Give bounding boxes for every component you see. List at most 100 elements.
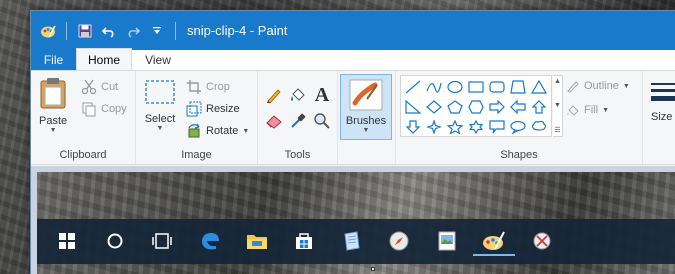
paste-button[interactable]: Paste ▼ xyxy=(39,77,67,134)
qa-separator xyxy=(175,21,176,40)
shapes-group-label: Shapes xyxy=(500,149,538,161)
hexagon-shape-icon[interactable] xyxy=(466,98,486,115)
image-viewer-icon xyxy=(432,226,462,256)
fill-label: Fill xyxy=(584,104,599,116)
oval-shape-icon[interactable] xyxy=(445,78,465,95)
outline-label: Outline xyxy=(584,80,619,92)
brushes-label: Brushes xyxy=(345,115,387,127)
store-icon xyxy=(289,226,319,256)
canvas-image[interactable] xyxy=(37,172,675,274)
tab-view[interactable]: View xyxy=(132,49,184,70)
cut-button[interactable]: Cut xyxy=(81,79,118,95)
copy-icon xyxy=(82,102,96,117)
six-point-star-shape-icon[interactable] xyxy=(466,118,486,135)
clipboard-group-label: Clipboard xyxy=(59,149,107,161)
image-group-label: Image xyxy=(181,149,212,161)
text-tool-icon[interactable]: A xyxy=(312,84,332,106)
rotate-button[interactable]: Rotate ▼ xyxy=(186,123,249,139)
fill-icon xyxy=(567,105,579,116)
window-title: snip-clip-4 - Paint xyxy=(187,23,288,38)
four-point-star-shape-icon[interactable] xyxy=(424,118,444,135)
select-dropdown-icon: ▼ xyxy=(156,125,164,132)
oval-callout-shape-icon[interactable] xyxy=(508,118,528,135)
right-arrow-shape-icon[interactable] xyxy=(487,98,507,115)
scissors-icon xyxy=(81,79,97,95)
line-width-icon xyxy=(651,83,675,101)
redo-icon[interactable] xyxy=(124,22,142,40)
clipboard-icon xyxy=(40,78,66,109)
outline-dropdown-icon: ▼ xyxy=(622,82,630,90)
five-point-star-shape-icon[interactable] xyxy=(445,118,465,135)
brushes-dropdown-icon: ▼ xyxy=(362,127,370,134)
crop-label: Crop xyxy=(206,81,230,93)
eraser-icon[interactable] xyxy=(264,111,284,131)
qa-separator xyxy=(66,21,67,40)
selection-icon xyxy=(145,80,175,104)
undo-icon[interactable] xyxy=(100,22,118,40)
size-label: Size xyxy=(651,111,673,123)
shapes-group: ▲ ▼ ☰ Outline ▼ Fill ▼ Shapes xyxy=(396,71,643,164)
polygon-shape-icon[interactable] xyxy=(508,78,528,95)
size-button[interactable]: Size xyxy=(651,81,675,123)
tools-group-label: Tools xyxy=(284,149,311,161)
snipping-tool-icon xyxy=(527,226,557,256)
rounded-rectangle-shape-icon[interactable] xyxy=(487,78,507,95)
line-shape-icon[interactable] xyxy=(403,78,423,95)
fill-dropdown-icon: ▼ xyxy=(602,106,609,114)
paste-label: Paste xyxy=(39,115,68,127)
tab-home[interactable]: Home xyxy=(76,48,132,70)
crop-button[interactable]: Crop xyxy=(186,79,230,95)
scroll-up-icon[interactable]: ▲ xyxy=(554,78,561,85)
pencil-icon[interactable] xyxy=(264,85,284,105)
customize-qa-icon[interactable] xyxy=(148,22,166,40)
image-group: Select ▼ Crop Resize Rotate ▼ Image xyxy=(136,71,258,164)
copy-label: Copy xyxy=(101,103,127,115)
canvas-area xyxy=(31,166,675,274)
gallery-expand-icon[interactable]: ☰ xyxy=(554,126,560,134)
paint-app-icon[interactable] xyxy=(39,22,57,40)
curve-shape-icon[interactable] xyxy=(424,78,444,95)
outline-icon xyxy=(567,81,579,93)
cut-label: Cut xyxy=(101,81,119,93)
safari-compass-icon xyxy=(384,226,414,256)
fill-bucket-icon[interactable] xyxy=(288,85,308,105)
paint-window: snip-clip-4 - Paint File Home View Paste… xyxy=(30,10,675,274)
resize-button[interactable]: Resize xyxy=(186,101,240,117)
ribbon: Paste ▼ Cut Copy Clipboard Select ▼ Crop… xyxy=(31,71,675,165)
color-picker-icon[interactable] xyxy=(288,111,308,131)
rectangle-shape-icon[interactable] xyxy=(466,78,486,95)
scroll-down-icon[interactable]: ▼ xyxy=(554,102,561,109)
cortana-icon xyxy=(100,226,130,256)
select-label: Select xyxy=(144,113,176,125)
resize-label: Resize xyxy=(206,103,240,115)
fill-button[interactable]: Fill ▼ xyxy=(566,103,609,117)
quick-access-toolbar xyxy=(39,21,179,40)
magnifier-icon[interactable] xyxy=(312,111,332,131)
file-explorer-icon xyxy=(242,226,272,256)
notepad-icon xyxy=(337,226,367,256)
copy-button[interactable]: Copy xyxy=(81,101,127,117)
rect-callout-shape-icon[interactable] xyxy=(487,118,507,135)
taskbar xyxy=(37,219,675,264)
down-arrow-shape-icon[interactable] xyxy=(403,118,423,135)
windows-logo-icon xyxy=(52,226,82,256)
brushes-group: Brushes ▼ xyxy=(338,71,396,164)
left-arrow-shape-icon[interactable] xyxy=(508,98,528,115)
tools-group: A Tools xyxy=(258,71,338,164)
brushes-button[interactable]: Brushes ▼ xyxy=(340,74,392,140)
cloud-callout-shape-icon[interactable] xyxy=(529,118,549,135)
triangle-shape-icon[interactable] xyxy=(529,78,549,95)
diamond-shape-icon[interactable] xyxy=(424,98,444,115)
canvas-resize-handle[interactable] xyxy=(371,267,375,271)
right-triangle-shape-icon[interactable] xyxy=(403,98,423,115)
resize-icon xyxy=(186,101,202,117)
save-icon[interactable] xyxy=(76,22,94,40)
pentagon-shape-icon[interactable] xyxy=(445,98,465,115)
edge-icon xyxy=(195,226,225,256)
tab-file[interactable]: File xyxy=(31,49,76,70)
crop-icon xyxy=(187,80,201,94)
select-button[interactable]: Select ▼ xyxy=(144,79,176,132)
outline-button[interactable]: Outline ▼ xyxy=(566,79,630,93)
shapes-gallery-scroll[interactable]: ▲ ▼ ☰ xyxy=(553,75,563,137)
up-arrow-shape-icon[interactable] xyxy=(529,98,549,115)
